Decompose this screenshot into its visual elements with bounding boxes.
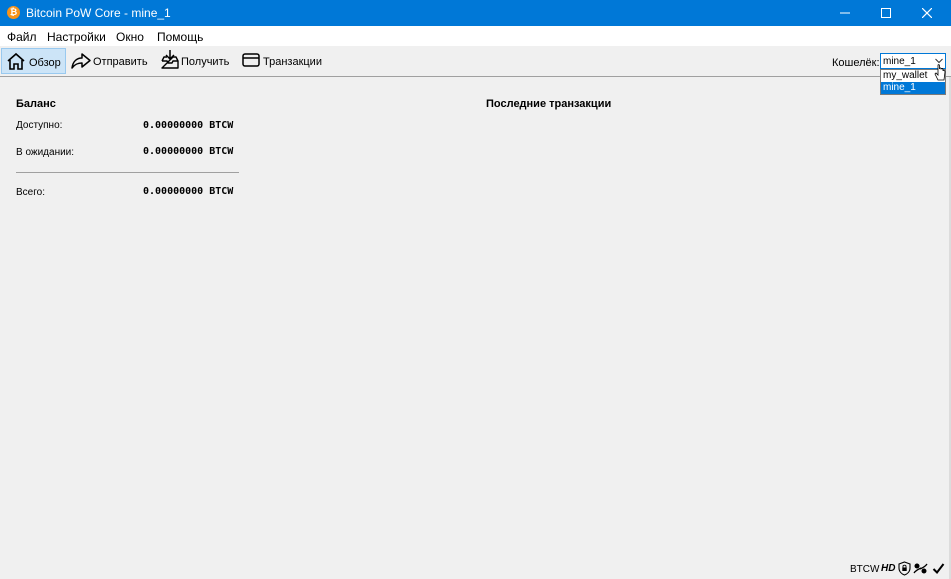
close-button[interactable] [905, 0, 949, 26]
window-title: Bitcoin PoW Core - mine_1 [26, 6, 171, 20]
card-icon [242, 53, 260, 67]
tab-send[interactable]: Отправить [69, 48, 149, 74]
tab-receive[interactable]: Получить [159, 48, 231, 74]
send-arrow-icon [71, 53, 91, 69]
status-unit-label[interactable]: BTCW [850, 564, 879, 575]
menu-window[interactable]: Окно [116, 30, 144, 44]
balance-divider [16, 172, 239, 173]
shield-lock-icon [898, 561, 911, 576]
total-label: Всего: [16, 187, 45, 198]
tab-receive-label: Получить [181, 56, 230, 68]
available-value[interactable]: 0.00000000 BTCW [143, 120, 233, 131]
synced-check-icon [932, 563, 945, 575]
maximize-icon [881, 8, 891, 18]
menu-file[interactable]: Файл [7, 30, 37, 44]
menu-bar: Файл Настройки Окно Помощь [0, 26, 951, 46]
title-bar: ₿ Bitcoin PoW Core - mine_1 [0, 0, 951, 26]
pending-label: В ожидании: [16, 147, 75, 158]
available-label: Доступно: [16, 120, 63, 131]
home-icon [7, 52, 25, 70]
maximize-button[interactable] [864, 0, 908, 26]
minimize-button[interactable] [823, 0, 867, 26]
total-value[interactable]: 0.00000000 BTCW [143, 186, 233, 197]
receive-inbox-icon [161, 50, 179, 69]
close-icon [922, 8, 932, 18]
wallet-option-mine-1[interactable]: mine_1 [881, 82, 945, 94]
menu-settings[interactable]: Настройки [47, 30, 106, 44]
tab-send-label: Отправить [93, 56, 148, 68]
bitcoin-app-icon: ₿ [7, 6, 20, 19]
tab-transactions-label: Транзакции [263, 56, 322, 68]
tab-overview-label: Обзор [29, 57, 61, 69]
network-connection-icon [913, 563, 928, 574]
minimize-icon [840, 12, 850, 14]
mouse-cursor-icon [934, 64, 946, 81]
tab-transactions[interactable]: Транзакции [240, 48, 322, 74]
status-hd-label: HD [881, 563, 896, 574]
pending-value[interactable]: 0.00000000 BTCW [143, 146, 233, 157]
menu-help[interactable]: Помощь [157, 30, 203, 44]
balance-title: Баланс [16, 98, 56, 110]
wallet-selected-value: mine_1 [883, 56, 916, 67]
tab-overview[interactable]: Обзор [1, 48, 66, 74]
recent-transactions-title: Последние транзакции [486, 98, 612, 110]
wallet-label: Кошелёк: [832, 57, 880, 69]
